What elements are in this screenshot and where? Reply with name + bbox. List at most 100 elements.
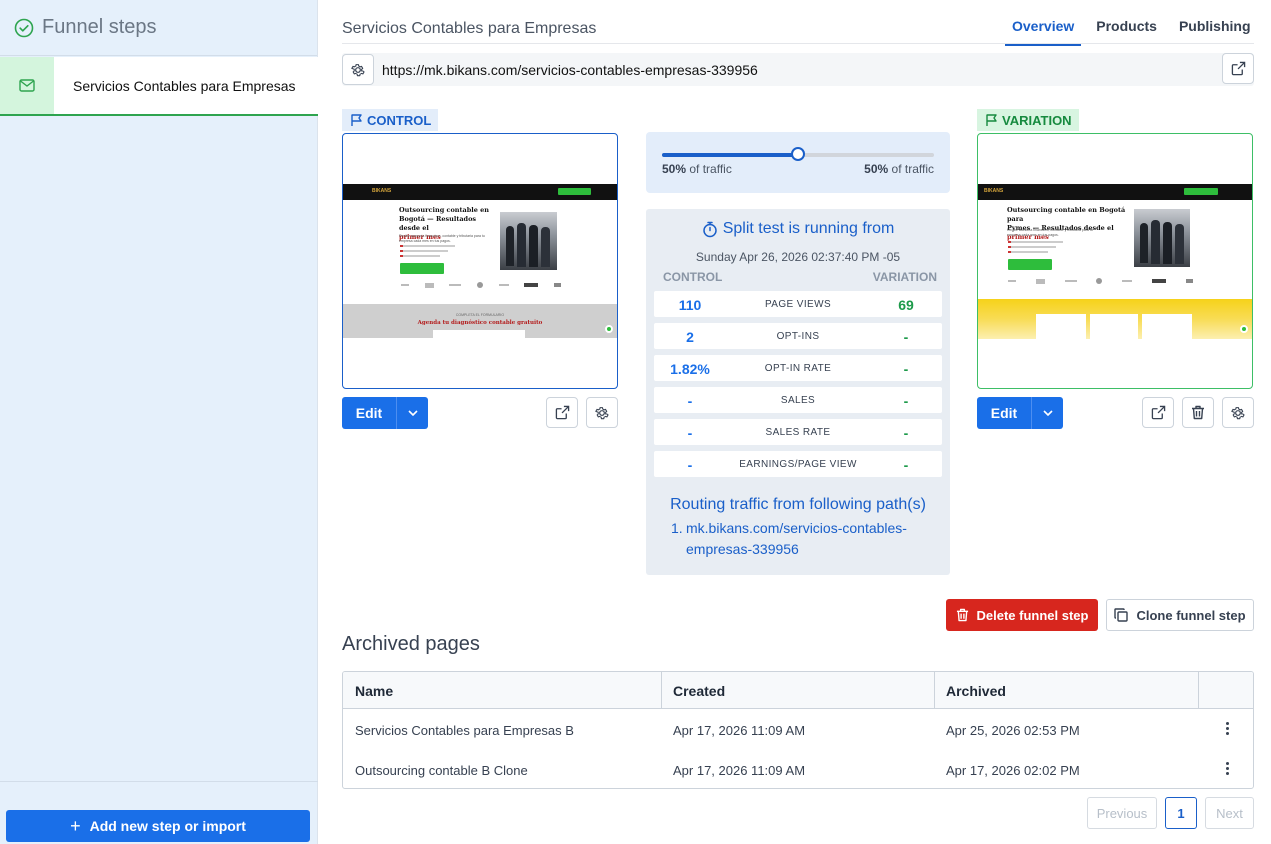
traffic-slider-handle[interactable] [791, 147, 805, 161]
row-created: Apr 17, 2026 11:09 AM [673, 763, 806, 778]
control-edit-label: Edit [355, 405, 383, 421]
sidebar: Funnel steps Servicios Contables para Em… [0, 0, 318, 844]
clone-funnel-step-button[interactable]: Clone funnel step [1106, 599, 1254, 631]
thumb-form-section: COMPLETA EL FORMULARIO Agenda tu diagnós… [343, 304, 617, 338]
stopwatch-icon [702, 221, 717, 237]
page-title: Servicios Contables para Empresas [342, 20, 597, 37]
variation-edit-label: Edit [990, 405, 1018, 421]
stat-row: 110 PAGE VIEWS 69 [654, 291, 942, 317]
thumb-bullets [1008, 241, 1068, 253]
archived-pages-title: Archived pages [342, 633, 480, 655]
copy-icon [1114, 608, 1129, 622]
chevron-down-icon[interactable] [1032, 410, 1063, 416]
control-open-button[interactable] [546, 397, 578, 428]
step-icon-box [0, 57, 54, 114]
flag-icon [351, 114, 362, 126]
thumb-sub: Recibe asesoría financiera, contable y t… [1007, 228, 1093, 237]
variation-label: VARIATION [977, 109, 1079, 131]
pagination-previous[interactable]: Previous [1087, 797, 1157, 829]
row-name: Servicios Contables para Empresas B [355, 723, 574, 738]
gear-icon [351, 63, 365, 76]
sidebar-step-label: Servicios Contables para Empresas [73, 77, 296, 94]
row-name: Outsourcing contable B Clone [355, 763, 528, 778]
add-step-label: Add new step or import [89, 818, 246, 834]
thumb-team-photo [500, 212, 557, 270]
thumb-header-bar: BIKANS [343, 184, 617, 200]
url-bar: https://mk.bikans.com/servicios-contable… [342, 53, 1254, 86]
control-edit-button[interactable]: Edit [342, 397, 428, 429]
variation-open-button[interactable] [1142, 397, 1174, 428]
tab-bar: Overview Products Publishing [1005, 14, 1271, 46]
variation-preview[interactable]: BIKANS Outsourcing contable en Bogotá pa… [977, 133, 1253, 389]
column-name: Name [355, 683, 394, 699]
variation-traffic: 50% of traffic [864, 162, 934, 176]
thumb-section-label: COMPLETA EL FORMULARIO [455, 313, 505, 317]
tab-overview[interactable]: Overview [1005, 14, 1082, 46]
tab-products[interactable]: Products [1096, 14, 1157, 46]
stat-row: - SALES RATE - [654, 419, 942, 445]
external-link-icon [1151, 405, 1165, 420]
split-test-start-date: Sunday Apr 26, 2026 02:37:40 PM -05 [695, 250, 901, 264]
page-url[interactable]: https://mk.bikans.com/servicios-contable… [382, 62, 758, 78]
plus-icon: + [70, 815, 81, 836]
thumb-cta [1184, 188, 1218, 195]
control-column-header: CONTROL [663, 270, 723, 284]
stat-row: - SALES - [654, 387, 942, 413]
archived-pages-table: Name Created Archived Servicios Contable… [342, 671, 1254, 789]
delete-funnel-step-button[interactable]: Delete funnel step [946, 599, 1098, 631]
add-step-button[interactable]: + Add new step or import [6, 810, 310, 842]
open-url-button[interactable] [1222, 53, 1254, 84]
trash-icon [1192, 405, 1204, 420]
split-test-status: Split test is running from [646, 220, 950, 238]
clone-funnel-step-label: Clone funnel step [1136, 607, 1246, 623]
gear-icon [1231, 406, 1245, 419]
thumb-section-title: Agenda tu diagnóstico contable gratuito [417, 320, 543, 326]
control-settings-button[interactable] [586, 397, 618, 428]
sidebar-header: Funnel steps [0, 0, 317, 56]
kebab-menu-icon[interactable] [1223, 761, 1231, 776]
traffic-split-panel: 50% of traffic 50% of traffic [646, 132, 950, 193]
thumb-green-cta [1008, 259, 1052, 270]
kebab-menu-icon[interactable] [1223, 721, 1231, 736]
chevron-down-icon[interactable] [397, 410, 428, 416]
gear-icon [595, 406, 609, 419]
column-created: Created [673, 683, 726, 699]
thumb-green-cta [400, 263, 444, 274]
mail-icon [19, 79, 35, 92]
control-traffic: 50% of traffic [662, 162, 732, 176]
flag-icon [986, 114, 997, 126]
tab-publishing[interactable]: Publishing [1179, 14, 1251, 46]
pagination-page[interactable]: 1 [1165, 797, 1197, 829]
thumb-bullets [400, 245, 460, 257]
variation-edit-button[interactable]: Edit [977, 397, 1063, 429]
thumb-chat-bubble [1240, 325, 1248, 333]
control-label-text: CONTROL [367, 112, 432, 128]
route-path-item[interactable]: 1. mk.bikans.com/servicios-contables-emp… [671, 518, 921, 560]
stat-row: 2 OPT-INS - [654, 323, 942, 349]
control-preview[interactable]: BIKANS Outsourcing contable en Bogotá — … [342, 133, 618, 389]
variation-delete-button[interactable] [1182, 397, 1214, 428]
split-test-status-text: Split test is running from [722, 220, 895, 237]
column-archived: Archived [946, 683, 1006, 699]
thumb-chat-bubble [605, 325, 613, 333]
split-test-stats: Split test is running from Sunday Apr 26… [646, 209, 950, 575]
thumb-brand: BIKANS [372, 188, 392, 194]
route-path-link[interactable]: mk.bikans.com/servicios-contables-empres… [671, 518, 921, 560]
control-label: CONTROL [342, 109, 439, 131]
external-link-icon [555, 405, 569, 420]
variation-label-text: VARIATION [1002, 112, 1072, 128]
pagination-next[interactable]: Next [1205, 797, 1254, 829]
sidebar-step-item[interactable]: Servicios Contables para Empresas [0, 57, 318, 116]
stat-row: 1.82% OPT-IN RATE - [654, 355, 942, 381]
thumb-headline-1: Outsourcing contable en [399, 206, 490, 214]
url-settings-button[interactable] [342, 54, 374, 85]
variation-settings-button[interactable] [1222, 397, 1254, 428]
row-archived: Apr 17, 2026 02:02 PM [946, 763, 1080, 778]
trash-icon [956, 608, 968, 622]
stat-row: - EARNINGS/PAGE VIEW - [654, 451, 942, 477]
thumb-team-photo [1134, 209, 1190, 267]
row-archived: Apr 25, 2026 02:53 PM [946, 723, 1080, 738]
thumb-logos [1008, 278, 1193, 284]
thumb-header-bar: BIKANS [978, 184, 1252, 200]
thumb-headline-2: Bogotá — Resultados desde el [399, 215, 477, 232]
